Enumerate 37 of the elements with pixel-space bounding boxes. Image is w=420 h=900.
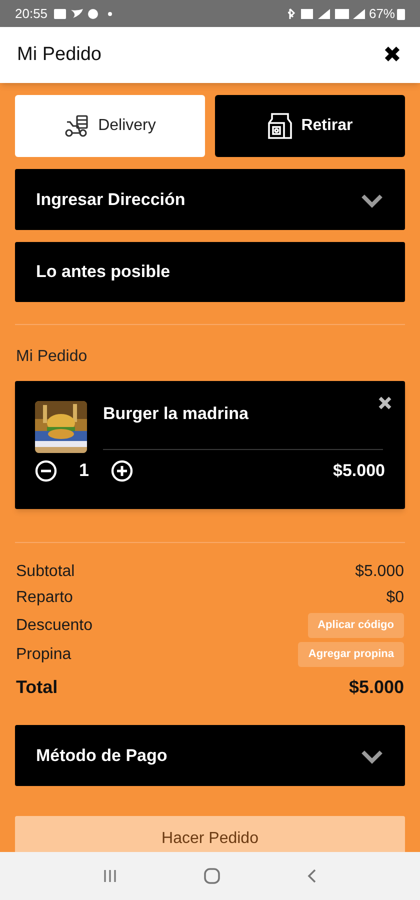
signal-icon xyxy=(318,8,330,18)
battery-percent: 67% xyxy=(368,4,395,23)
close-button[interactable]: ✖ xyxy=(383,44,401,66)
sim-icon xyxy=(334,8,349,18)
signal-icon xyxy=(352,8,365,18)
summary-label: Subtotal xyxy=(16,562,75,582)
summary-label: Reparto xyxy=(16,588,73,608)
address-dropdown[interactable]: Ingresar Dirección xyxy=(15,169,405,230)
page-title: Mi Pedido xyxy=(17,42,102,67)
total-value: $5.000 xyxy=(348,676,404,698)
scooter-icon xyxy=(64,114,90,138)
back-button[interactable] xyxy=(306,867,318,885)
summary-value: $5.000 xyxy=(355,562,404,582)
summary-label: Propina xyxy=(16,644,72,664)
order-type-tab[interactable]: Retirar xyxy=(215,95,405,157)
dot-icon xyxy=(108,12,112,16)
item-quantity: 1 xyxy=(79,459,90,482)
decrease-quantity-button[interactable] xyxy=(35,460,57,482)
section-heading: Mi Pedido xyxy=(15,347,88,367)
gallery-icon xyxy=(54,8,66,18)
summary-value: $0 xyxy=(386,588,404,608)
order-type-tab[interactable]: Delivery xyxy=(15,95,205,157)
battery-icon xyxy=(397,8,405,20)
item-name: Burger la madrina xyxy=(103,403,250,425)
increase-quantity-button[interactable] xyxy=(111,460,134,482)
status-time: 20:55 xyxy=(15,4,48,23)
recent-apps-button[interactable] xyxy=(102,868,118,884)
item-price: $5.000 xyxy=(333,460,385,482)
summary-label: Descuento xyxy=(16,616,92,636)
payment-method-dropdown[interactable]: Método de Pago xyxy=(15,725,405,786)
bag-icon xyxy=(267,112,294,140)
delivery-time-selector[interactable]: Lo antes posible xyxy=(15,242,405,302)
bluetooth-icon xyxy=(288,8,296,20)
home-button[interactable] xyxy=(202,867,221,885)
total-label: Total xyxy=(16,676,58,698)
remove-item-button[interactable] xyxy=(377,395,393,411)
sim-icon xyxy=(300,8,313,18)
